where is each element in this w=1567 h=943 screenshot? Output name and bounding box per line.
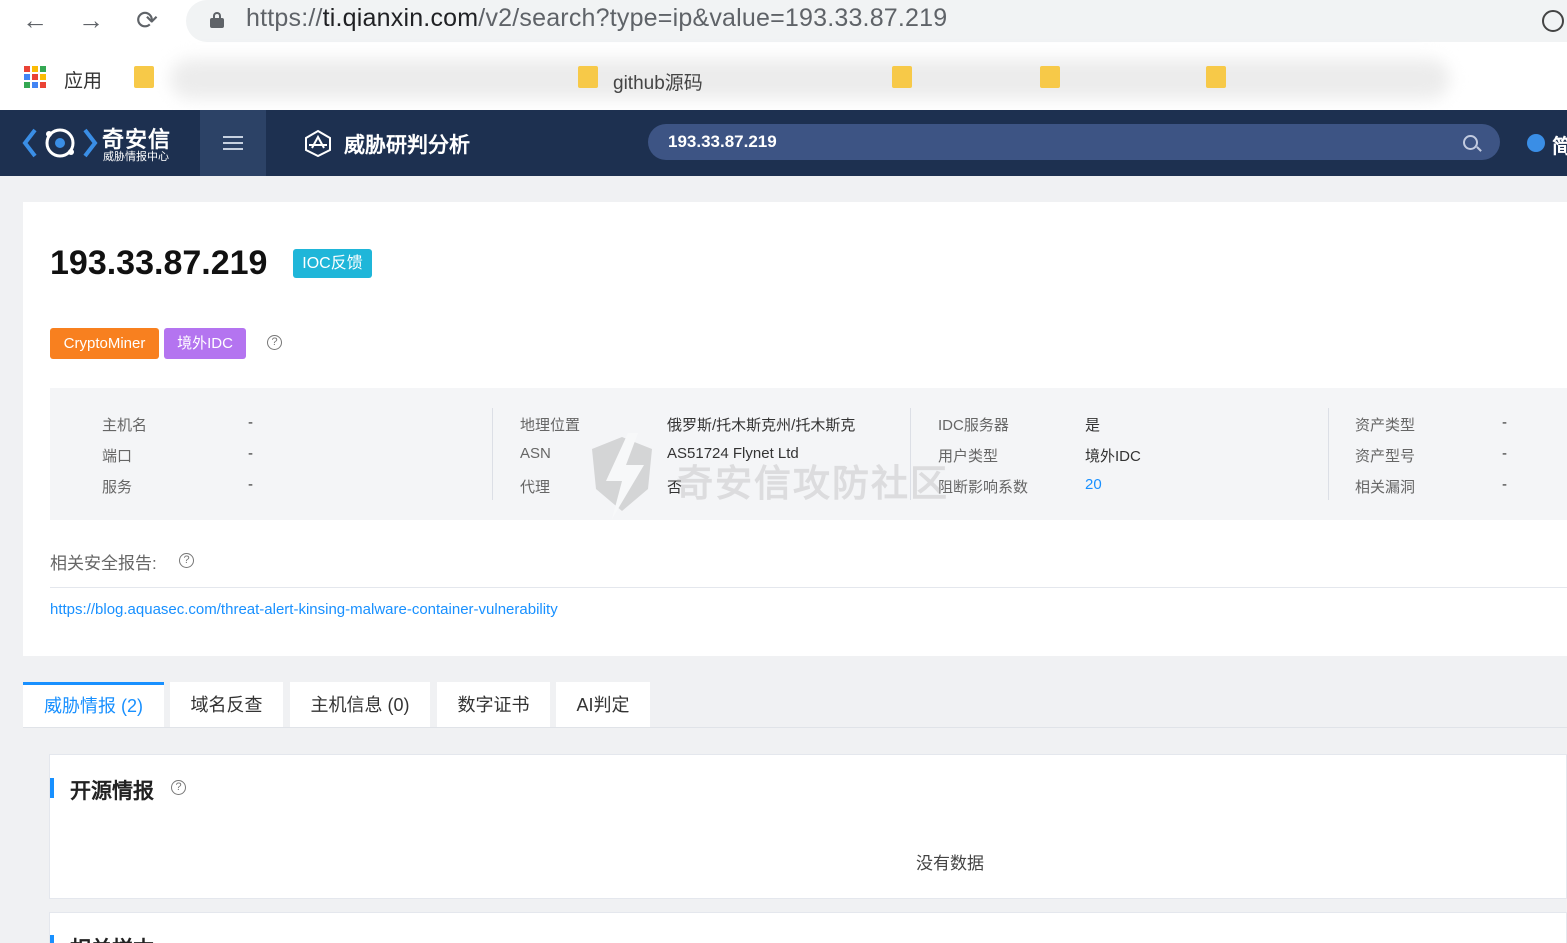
tag-overseas-idc[interactable]: 境外IDC — [164, 328, 246, 359]
qianxin-logo-icon[interactable] — [22, 124, 98, 162]
back-arrow-icon[interactable]: ← — [20, 6, 50, 36]
divider — [50, 587, 1567, 588]
blurred-bookmarks — [170, 59, 1450, 99]
bookmark-folder-icon[interactable] — [578, 66, 598, 88]
address-bar[interactable]: https://ti.qianxin.com/v2/search?type=ip… — [186, 0, 1567, 42]
url-text: https://ti.qianxin.com/v2/search?type=ip… — [246, 4, 948, 32]
column-divider — [1328, 408, 1329, 500]
column-divider — [910, 408, 911, 500]
block-impact-value[interactable]: 20 — [1085, 476, 1102, 496]
hamburger-icon — [223, 136, 243, 138]
info-value: - — [1502, 414, 1507, 431]
lock-icon — [210, 12, 224, 28]
search-icon[interactable] — [1463, 135, 1478, 150]
info-panel: 主机名 - 端口 - 服务 - 地理位置 俄罗斯/托木斯克州/托木斯克 ASN … — [50, 388, 1567, 520]
tag-cryptominer[interactable]: CryptoMiner — [50, 328, 159, 359]
reload-icon[interactable]: ⟳ — [132, 6, 162, 36]
globe-icon[interactable] — [1527, 134, 1545, 152]
info-value: - — [1502, 445, 1507, 462]
forward-arrow-icon[interactable]: → — [76, 6, 106, 36]
info-value: - — [1502, 476, 1507, 493]
help-icon[interactable]: ? — [179, 553, 194, 568]
report-link[interactable]: https://blog.aquasec.com/threat-alert-ki… — [50, 601, 558, 618]
info-value: 是 — [1085, 417, 1101, 434]
info-label: IDC服务器 — [938, 417, 1009, 434]
info-label: 服务 — [102, 479, 133, 496]
tab-threat-intel[interactable]: 威胁情报 (2) — [23, 682, 164, 728]
info-value: AS51724 Flynet Ltd — [667, 445, 799, 462]
info-label: 相关漏洞 — [1355, 479, 1416, 496]
tab-host-info[interactable]: 主机信息 (0) — [290, 682, 430, 728]
bookmark-github[interactable]: github源码 — [613, 68, 703, 95]
info-label: 代理 — [520, 479, 551, 496]
bookmark-folder-icon[interactable] — [134, 66, 154, 88]
menu-button[interactable] — [200, 110, 266, 176]
section-accent-bar — [50, 778, 54, 798]
open-source-intel-section: 开源情报 ? 没有数据 — [49, 754, 1567, 899]
section-title: 开源情报 — [70, 780, 154, 803]
tab-ai-judgement[interactable]: AI判定 — [556, 682, 650, 728]
info-label: ASN — [520, 445, 551, 462]
apps-label[interactable]: 应用 — [64, 66, 102, 93]
info-value: - — [248, 414, 253, 431]
search-value[interactable]: 193.33.87.219 — [668, 132, 777, 152]
info-value: - — [248, 445, 253, 462]
info-value: 俄罗斯/托木斯克州/托木斯克 — [667, 417, 856, 434]
related-samples-section: 相关样本 — [49, 912, 1567, 943]
app-header: 奇安信 威胁情报中心 威胁研判分析 193.33.87.219 简 — [0, 110, 1567, 176]
tab-certificates[interactable]: 数字证书 — [437, 682, 550, 728]
related-reports-label: 相关安全报告: — [50, 554, 157, 573]
tab-domain-lookup[interactable]: 域名反查 — [170, 682, 283, 728]
info-value: 否 — [667, 479, 683, 496]
zoom-icon[interactable] — [1542, 10, 1564, 32]
analysis-icon — [305, 129, 331, 157]
help-icon[interactable]: ? — [171, 780, 186, 795]
column-divider — [492, 408, 493, 500]
bookmarks-bar: 应用 github源码 — [0, 44, 1567, 110]
info-label: 阻断影响系数 — [938, 479, 1029, 496]
bookmark-folder-icon[interactable] — [1040, 66, 1060, 88]
section-title: 相关样本 — [70, 933, 154, 943]
info-label: 端口 — [102, 448, 133, 465]
empty-state-text: 没有数据 — [916, 854, 984, 873]
brand-title[interactable]: 威胁研判分析 — [344, 129, 470, 159]
info-label: 用户类型 — [938, 448, 999, 465]
bookmark-folder-icon[interactable] — [892, 66, 912, 88]
ip-summary-card: 193.33.87.219 IOC反馈 CryptoMiner 境外IDC ? … — [23, 202, 1567, 656]
info-label: 资产型号 — [1355, 448, 1416, 465]
section-accent-bar — [50, 935, 54, 943]
info-value: - — [248, 476, 253, 493]
info-label: 地理位置 — [520, 417, 581, 434]
help-icon[interactable]: ? — [267, 335, 282, 350]
apps-grid-icon[interactable] — [24, 66, 46, 88]
tab-divider — [23, 727, 1567, 728]
bookmark-folder-icon[interactable] — [1206, 66, 1226, 88]
ioc-feedback-badge[interactable]: IOC反馈 — [293, 249, 372, 278]
search-input[interactable]: 193.33.87.219 — [648, 124, 1500, 160]
browser-toolbar: ← → ⟳ https://ti.qianxin.com/v2/search?t… — [0, 0, 1567, 44]
language-label[interactable]: 简 — [1552, 130, 1567, 159]
info-value: 境外IDC — [1085, 448, 1141, 465]
info-label: 主机名 — [102, 417, 148, 434]
ip-title: 193.33.87.219 — [50, 244, 268, 282]
logo-subtitle: 威胁情报中心 — [103, 151, 169, 163]
info-label: 资产类型 — [1355, 417, 1416, 434]
